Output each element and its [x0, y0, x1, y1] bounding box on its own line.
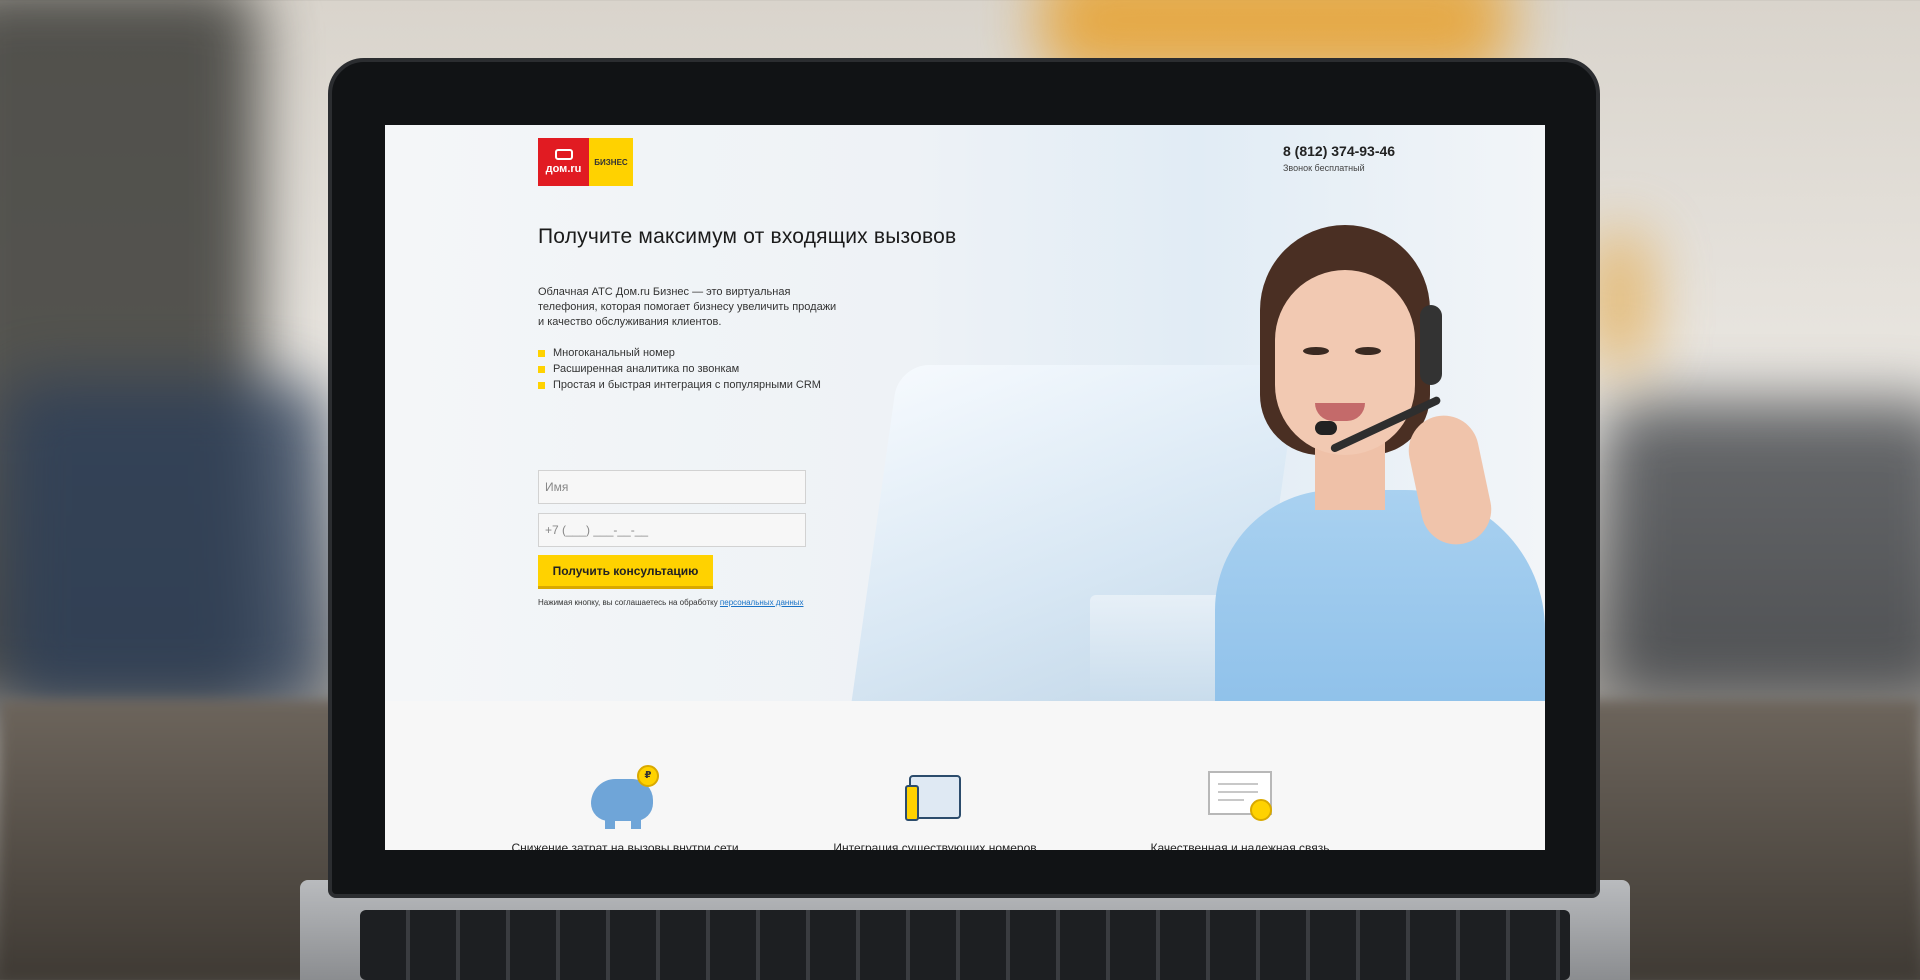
background-blur [0, 380, 330, 710]
benefit-label: Снижение затрат на вызовы внутри сети [511, 841, 739, 850]
feature-list: Многоканальный номер Расширенная аналити… [538, 345, 821, 393]
benefit-item: Интеграция существующих номеров [805, 765, 1065, 850]
list-item: Простая и быстрая интеграция с популярны… [538, 377, 821, 393]
benefit-item: ₽ Снижение затрат на вызовы внутри сети [495, 765, 755, 850]
office-phone-icon [897, 765, 973, 831]
certificate-icon [1202, 765, 1278, 831]
name-input[interactable]: Имя [538, 470, 806, 504]
phone-placeholder: +7 (___) ___-__-__ [545, 523, 649, 537]
brand-logo[interactable]: дом.ru БИЗНЕС [538, 138, 633, 186]
name-placeholder: Имя [545, 480, 569, 494]
tv-icon [554, 149, 573, 160]
header-phone: 8 (812) 374-93-46 Звонок бесплатный [1283, 143, 1395, 173]
list-item: Многоканальный номер [538, 345, 821, 361]
get-consultation-button[interactable]: Получить консультацию [538, 555, 713, 589]
list-item: Расширенная аналитика по звонкам [538, 361, 821, 377]
phone-number[interactable]: 8 (812) 374-93-46 [1283, 143, 1395, 159]
background-blur [1600, 400, 1920, 700]
bullet-icon [538, 365, 545, 373]
phone-note: Звонок бесплатный [1283, 163, 1365, 173]
bullet-icon [538, 349, 545, 357]
consent-text: Нажимая кнопку, вы соглашаетесь на обраб… [538, 598, 804, 607]
hero-section: дом.ru БИЗНЕС 8 (812) 374-93-46 Звонок б… [385, 125, 1545, 710]
personal-data-link[interactable]: персональных данных [720, 598, 804, 607]
piggy-bank-icon: ₽ [587, 765, 663, 831]
website-screen: дом.ru БИЗНЕС 8 (812) 374-93-46 Звонок б… [385, 125, 1545, 850]
laptop-keyboard [360, 910, 1570, 980]
operator-photo [1215, 225, 1545, 710]
benefit-label: Интеграция существующих номеров [833, 841, 1037, 850]
logo-main-text: дом.ru [545, 163, 582, 175]
benefit-label: Качественная и надежная связь [1150, 841, 1330, 850]
hero-description: Облачная АТС Дом.ru Бизнес — это виртуал… [538, 286, 837, 328]
logo-sub-text: БИЗНЕС [594, 157, 628, 167]
bullet-icon [538, 381, 545, 389]
phone-input[interactable]: +7 (___) ___-__-__ [538, 513, 806, 547]
page-title: Получите максимум от входящих вызовов [538, 225, 957, 248]
benefit-item: Качественная и надежная связь [1110, 765, 1370, 850]
